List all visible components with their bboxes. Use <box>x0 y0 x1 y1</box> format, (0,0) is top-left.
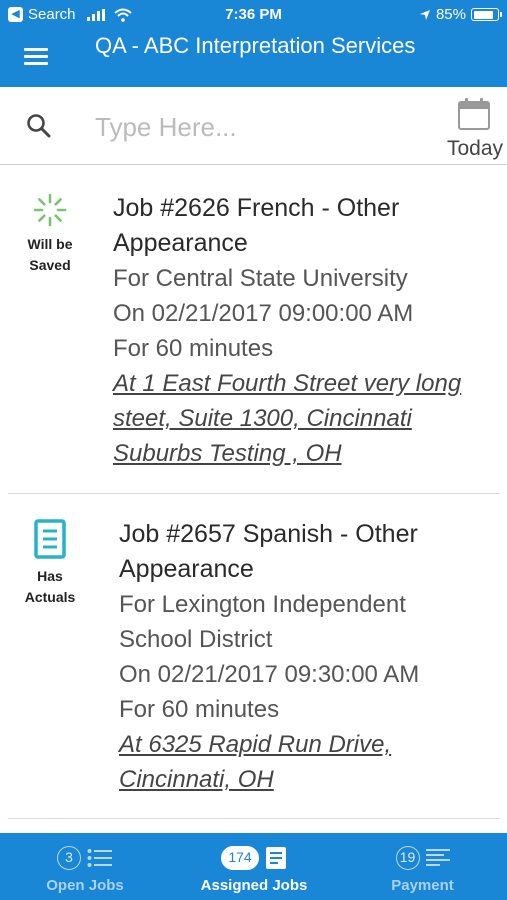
back-to-search[interactable]: ◀ Search <box>8 6 132 23</box>
document-icon <box>34 519 66 559</box>
battery-percent: 85% <box>435 6 466 23</box>
search-icon <box>27 114 51 138</box>
status-line: Actuals <box>24 589 76 605</box>
today-label: Today <box>447 137 504 160</box>
client-line: School District <box>119 626 273 653</box>
job-title-line: Appearance <box>119 555 254 583</box>
cellular-signal-icon <box>86 8 105 21</box>
location-arrow-icon <box>419 9 430 20</box>
job-status: Will be Saved <box>10 193 90 276</box>
tab-icons: 174 <box>170 846 338 870</box>
wifi-icon <box>113 8 132 22</box>
job-title-line: Appearance <box>113 229 248 257</box>
job-card[interactable]: Has Actuals Job #2657 Spanish - Other Ap… <box>0 517 507 817</box>
tab-assigned-jobs[interactable]: 174 Assigned Jobs <box>170 833 338 900</box>
calendar-icon <box>458 98 490 130</box>
job-duration: For 60 minutes <box>113 335 274 362</box>
tab-icons: 19 <box>338 846 507 870</box>
job-details: Job #2626 French - Other Appearance For … <box>113 191 503 471</box>
search-bar: Today <box>0 87 507 165</box>
back-arrow-icon: ◀ <box>8 7 23 22</box>
status-bar: ◀ Search 7:36 PM 85% <box>0 0 507 30</box>
count-badge: 19 <box>395 846 420 870</box>
job-client: For Central State University <box>113 265 408 292</box>
list-icon <box>87 849 112 867</box>
job-card[interactable]: Will be Saved Job #2626 French - Other A… <box>0 191 507 491</box>
battery-icon <box>471 8 502 21</box>
job-status: Has Actuals <box>10 519 90 608</box>
job-title-line: Job #2626 French - Other <box>113 194 400 222</box>
app-title: QA - ABC Interpretation Services <box>95 33 416 58</box>
status-label: Has Actuals <box>10 566 90 608</box>
job-client: For Lexington Independent School Distric… <box>119 587 503 657</box>
today-button[interactable]: Today <box>445 95 507 163</box>
document-icon <box>266 847 286 869</box>
tab-icons: 3 <box>0 846 170 870</box>
job-datetime: On 02/21/2017 09:30:00 AM <box>119 661 420 688</box>
job-title: Job #2626 French - Other Appearance <box>113 191 503 261</box>
job-address-link[interactable]: At 6325 Rapid Run Drive, Cincinnati, OH <box>119 727 503 797</box>
job-title: Job #2657 Spanish - Other Appearance <box>119 517 503 587</box>
status-line: Has <box>37 568 63 584</box>
tab-label: Open Jobs <box>46 877 124 894</box>
back-label: Search <box>28 6 76 23</box>
divider <box>8 493 500 494</box>
job-list: Will be Saved Job #2626 French - Other A… <box>0 165 507 833</box>
status-line: Saved <box>29 257 71 273</box>
job-datetime: On 02/21/2017 09:00:00 AM <box>113 300 414 327</box>
app-header: ◀ Search 7:36 PM 85% QA - ABC Interpreta… <box>0 0 507 87</box>
battery-level <box>473 10 494 19</box>
spinner-icon <box>33 193 67 227</box>
status-right: 85% <box>419 6 502 23</box>
address-line: Suburbs Testing , OH <box>113 440 342 467</box>
job-address-link[interactable]: At 1 East Fourth Street very long steet,… <box>113 366 503 471</box>
count-badge: 174 <box>221 846 259 870</box>
client-line: For Lexington Independent <box>119 591 406 618</box>
status-label: Will be Saved <box>10 234 90 276</box>
lines-icon <box>425 849 450 866</box>
search-input[interactable] <box>95 107 425 147</box>
count-badge: 3 <box>57 846 81 870</box>
address-line: At 6325 Rapid Run Drive, <box>119 731 392 758</box>
job-duration: For 60 minutes <box>119 696 280 723</box>
tab-open-jobs[interactable]: 3 Open Jobs <box>0 833 170 900</box>
address-line: Cincinnati, OH <box>119 766 274 793</box>
divider <box>8 818 500 819</box>
bottom-tab-bar: 3 Open Jobs 174 Assigned Jobs 19 Payment <box>0 833 507 900</box>
tab-payment[interactable]: 19 Payment <box>338 833 507 900</box>
hamburger-menu-icon[interactable] <box>22 46 50 68</box>
job-details: Job #2657 Spanish - Other Appearance For… <box>119 517 503 797</box>
tab-label: Payment <box>391 877 454 894</box>
address-line: At 1 East Fourth Street very long <box>113 370 462 397</box>
tab-label: Assigned Jobs <box>200 877 308 894</box>
job-title-line: Job #2657 Spanish - Other <box>119 520 418 548</box>
address-line: steet, Suite 1300, Cincinnati <box>113 405 412 432</box>
status-line: Will be <box>27 236 73 252</box>
